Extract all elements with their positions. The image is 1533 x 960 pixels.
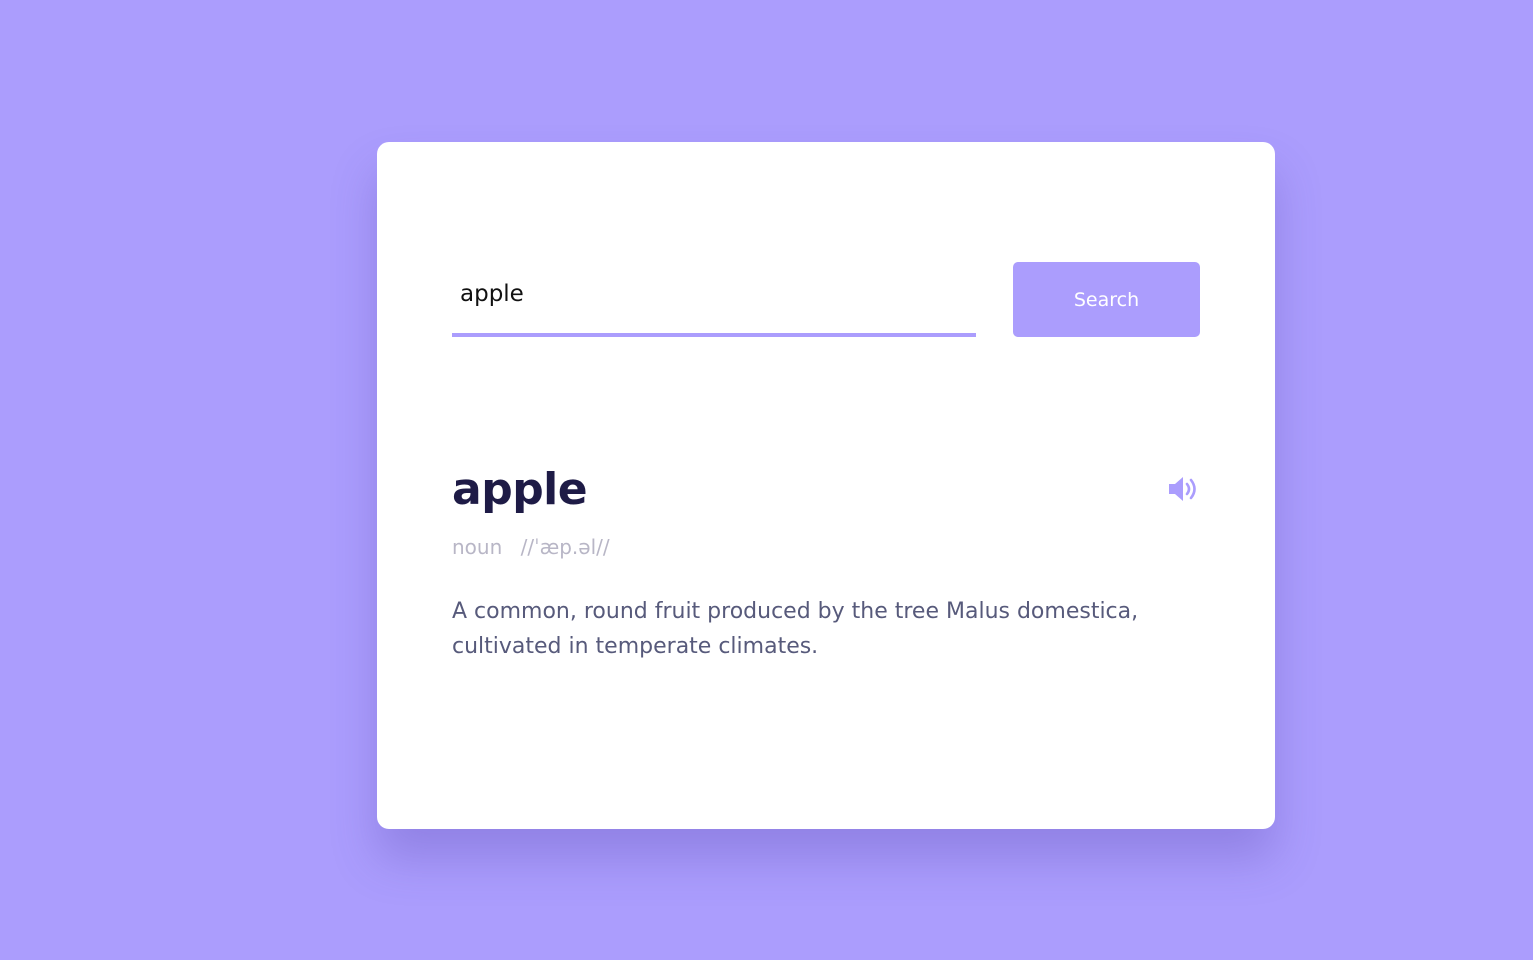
search-input[interactable] bbox=[452, 262, 976, 337]
part-of-speech: noun bbox=[452, 535, 503, 559]
search-button[interactable]: Search bbox=[1013, 262, 1200, 337]
volume-icon bbox=[1169, 477, 1196, 501]
play-sound-button[interactable] bbox=[1166, 474, 1202, 506]
word-details: noun //ˈæp.əl// bbox=[452, 532, 1202, 562]
word-row: apple bbox=[452, 460, 1202, 526]
word-heading: apple bbox=[452, 464, 588, 515]
result-section: apple noun //ˈæp.əl// A common, round fr… bbox=[452, 460, 1202, 686]
word-meaning: A common, round fruit produced by the tr… bbox=[452, 599, 1139, 659]
dictionary-card: Search apple noun //ˈæp.əl// A common, r… bbox=[377, 142, 1275, 829]
phonetic: //ˈæp.əl// bbox=[520, 535, 610, 559]
search-row: Search bbox=[452, 262, 1200, 337]
